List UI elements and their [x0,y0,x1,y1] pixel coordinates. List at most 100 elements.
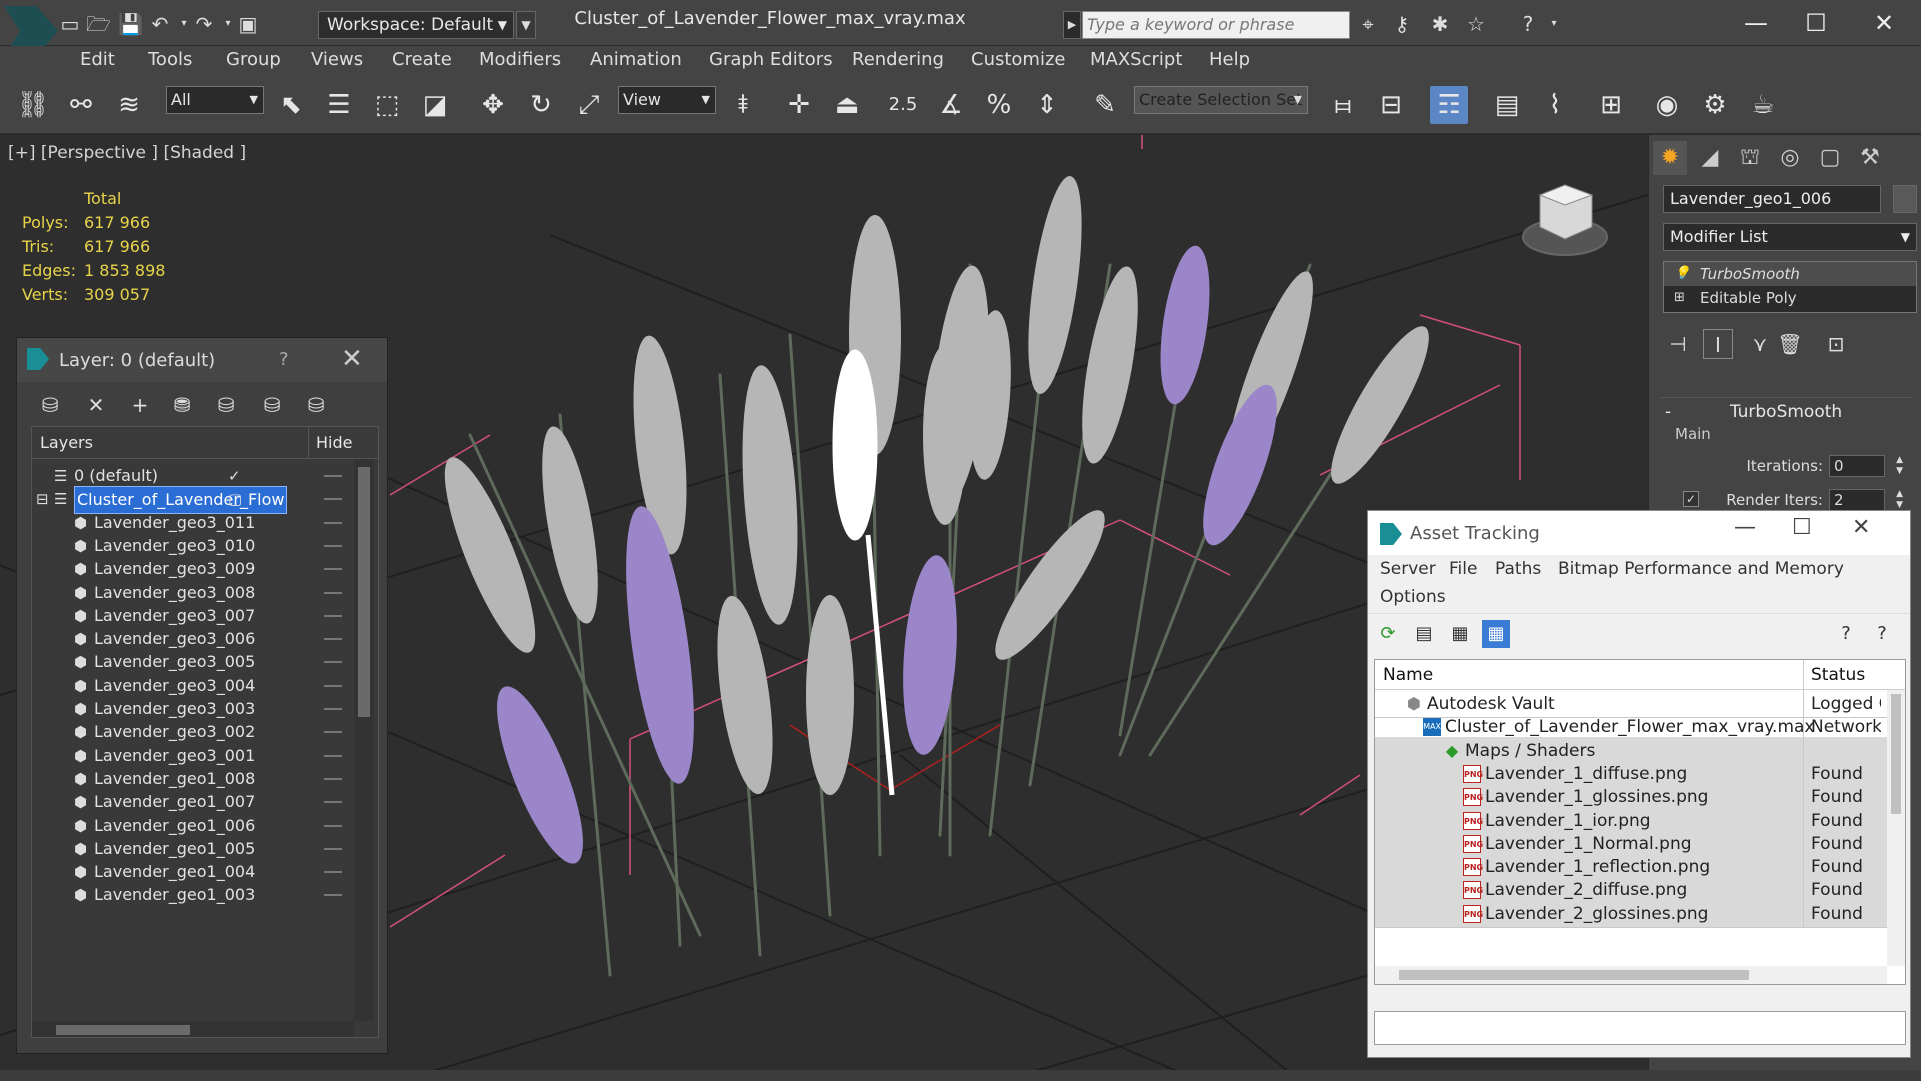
snaps-toggle-icon[interactable]: 2.5 [884,86,922,124]
layer-explorer-icon[interactable]: ☶ [1430,86,1468,124]
help-icon[interactable]: ? [1832,620,1860,648]
asset-window-titlebar[interactable]: Asset Tracking — ☐ ✕ [1368,511,1910,555]
help-icon[interactable]: ? [1516,12,1540,36]
spinner-icon[interactable]: ▲ ▼ [1896,489,1903,511]
hide-toggle[interactable] [324,498,342,501]
column-header-status[interactable]: Status [1811,665,1865,685]
freeze-all-layers-icon[interactable]: ⛁ [301,390,331,420]
menu-animation[interactable]: Animation [590,49,682,70]
maximize-icon[interactable]: ☐ [1792,515,1812,540]
hide-toggle[interactable] [324,684,342,687]
render-frame-icon[interactable]: ☕ [1744,86,1782,124]
collapse-icon[interactable]: ⊟ [36,486,49,512]
named-selection-dropdown[interactable]: Create Selection Set ▼ [1134,86,1308,114]
viewcube[interactable] [1522,184,1608,256]
display-tab-icon[interactable]: ▢ [1813,141,1847,175]
workspace-selector[interactable]: Workspace: Default ▼ [318,11,514,39]
scrollbar-thumb[interactable] [1891,694,1901,814]
hide-toggle[interactable] [324,475,342,477]
delete-layer-icon[interactable]: ✕ [81,390,111,420]
object-name-field[interactable]: Lavender_geo1_006 [1663,185,1881,213]
pivot-center-icon[interactable]: ⯒ [724,86,762,124]
hide-toggle[interactable] [324,568,342,571]
project-folder-icon[interactable]: ▣ [236,12,260,36]
hide-toggle[interactable] [324,871,342,874]
tree-view-icon[interactable]: ▦ [1446,620,1474,648]
hide-toggle[interactable] [324,847,342,850]
menu-modifiers[interactable]: Modifiers [479,49,561,70]
search-input[interactable]: Type a keyword or phrase [1082,11,1350,39]
hierarchy-tab-icon[interactable]: ⛫ [1733,141,1767,175]
help-dropdown-icon[interactable]: ▾ [1542,12,1566,36]
scale-icon[interactable]: ⤢ [570,86,608,124]
hide-toggle[interactable] [324,801,342,804]
list-view-icon[interactable]: ▤ [1410,620,1438,648]
layer-object-row[interactable]: ⬢ Lavender_geo1_003 [32,882,350,910]
motion-tab-icon[interactable]: ◎ [1773,141,1807,175]
menu-rendering[interactable]: Rendering [852,49,944,70]
layer-window-titlebar[interactable]: Layer: 0 (default) ? ✕ [17,338,387,382]
menu-help[interactable]: Help [1209,49,1250,70]
close-icon[interactable]: ✕ [1852,515,1870,540]
select-objects-in-layer-icon[interactable]: ⛃ [167,390,197,420]
open-file-icon[interactable]: 🗁 [86,12,111,36]
rectangular-selection-icon[interactable]: ⬚ [368,86,406,124]
hide-toggle[interactable] [324,614,342,617]
hide-toggle[interactable] [324,708,342,710]
menu-server[interactable]: Server [1380,559,1436,579]
configure-modifier-sets-icon[interactable]: ⊡ [1821,329,1851,359]
modify-tab-icon[interactable]: ◢ [1693,141,1727,175]
binoculars-icon[interactable]: ⌖ [1356,12,1380,36]
key-icon[interactable]: ⚷ [1390,12,1414,36]
hide-toggle[interactable] [324,894,342,897]
new-file-icon[interactable]: ▭ [58,12,82,36]
menu-tools[interactable]: Tools [148,49,192,70]
select-by-name-icon[interactable]: ☰ [320,86,358,124]
menu-views[interactable]: Views [311,49,363,70]
communication-center-icon[interactable]: ✱ [1428,12,1452,36]
hide-toggle[interactable] [324,754,342,757]
pin-stack-icon[interactable]: ⊣ [1663,329,1693,359]
close-button[interactable]: ✕ [1854,6,1914,40]
reference-coordinate-dropdown[interactable]: View ▼ [618,86,716,114]
undo-icon[interactable]: ↶ [148,12,172,36]
hide-toggle[interactable] [324,638,342,641]
hide-all-layers-icon[interactable]: ⛁ [257,390,287,420]
menu-paths[interactable]: Paths [1495,559,1541,579]
scrollbar-thumb[interactable] [56,1025,190,1035]
curve-editor-icon[interactable]: ⌇ [1536,86,1574,124]
save-icon[interactable]: 💾 [118,12,143,36]
favorites-star-icon[interactable]: ☆ [1464,12,1488,36]
turbosmooth-rollout-header[interactable]: - TurboSmooth [1659,397,1913,425]
create-tab-icon[interactable]: ✹ [1653,141,1687,175]
refresh-icon[interactable]: ⟳ [1374,620,1402,648]
unlink-icon[interactable]: ⚯ [62,86,100,124]
select-and-link-icon[interactable]: ⛓ [14,86,52,124]
horizontal-scrollbar[interactable] [32,1021,354,1037]
show-end-result-icon[interactable]: I [1703,329,1733,359]
schematic-view-icon[interactable]: ⊞ [1592,86,1630,124]
table-view-icon[interactable]: ▦ [1482,620,1510,648]
utilities-tab-icon[interactable]: ⚒ [1853,141,1887,175]
add-to-layer-icon[interactable]: + [125,390,155,420]
maximize-button[interactable]: ☐ [1786,6,1846,40]
render-iters-input[interactable]: 2 [1829,489,1885,511]
align-icon[interactable]: ⊟ [1372,86,1410,124]
minimize-icon[interactable]: — [1734,515,1756,540]
select-manipulate-icon[interactable]: ✛ [780,86,818,124]
spinner-snap-icon[interactable]: ⇕ [1028,86,1066,124]
menu-options[interactable]: Options [1380,587,1446,607]
expand-plus-icon[interactable]: ⊞ [1674,286,1685,310]
workspace-menu-button[interactable]: ▼ [516,11,536,39]
angle-snap-icon[interactable]: ∡ [932,86,970,124]
spinner-icon[interactable]: ▲ ▼ [1896,455,1903,477]
make-unique-icon[interactable]: ⋎ [1745,329,1775,359]
stack-item-editable-poly[interactable]: ⊞ Editable Poly [1664,286,1916,310]
menu-group[interactable]: Group [226,49,281,70]
render-setup-icon[interactable]: ⚙ [1696,86,1734,124]
material-editor-icon[interactable]: ◉ [1648,86,1686,124]
object-color-swatch[interactable] [1893,185,1917,213]
viewport-label[interactable]: [+] [Perspective ] [Shaded ] [8,143,246,163]
hide-toggle[interactable] [324,824,342,827]
column-header-layers[interactable]: Layers [40,433,93,452]
